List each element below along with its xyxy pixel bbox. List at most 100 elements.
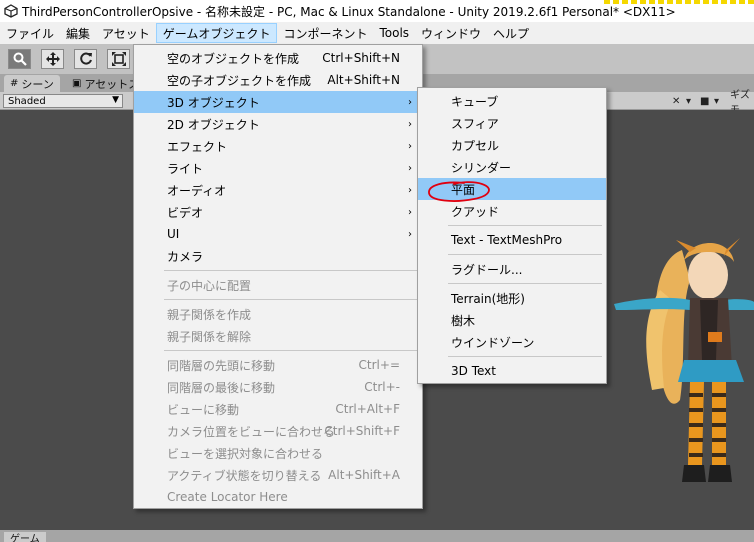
menu-item-camera[interactable]: カメラ [134, 245, 422, 267]
shortcut-label: Ctrl+Shift+N [322, 51, 400, 65]
menu-item-cylinder[interactable]: シリンダー [418, 156, 606, 178]
menu-item-set-first-sibling[interactable]: 同階層の先頭に移動 Ctrl+= [134, 354, 422, 376]
menu-item-label: カメラ位置をビューに合わせる [167, 424, 336, 439]
shading-mode-dropdown[interactable]: Shaded ▼ [3, 94, 123, 108]
menu-item-label: 子の中心に配置 [167, 278, 252, 293]
gameobject-menu: 空のオブジェクトを作成 Ctrl+Shift+N 空の子オブジェクトを作成 Al… [133, 44, 423, 509]
menu-gameobject[interactable]: ゲームオブジェクト [155, 23, 278, 43]
unity-logo-icon [0, 0, 22, 22]
menu-separator [418, 251, 606, 258]
tab-scene[interactable]: # シーン [4, 75, 60, 92]
menu-item-label: 親子関係を作成 [167, 307, 252, 322]
dropdown-arrow-icon[interactable]: ▾ [686, 94, 691, 108]
magnifier-icon [13, 52, 27, 66]
menu-tools[interactable]: Tools [373, 23, 415, 43]
shortcut-label: Ctrl+Shift+F [324, 424, 400, 438]
scale-tool-button[interactable] [107, 49, 130, 69]
menu-item-label: 3D オブジェクト [167, 95, 260, 110]
menu-item-label: カプセル [451, 138, 500, 153]
menu-item-label: ビデオ [167, 205, 204, 220]
menu-item-label: 空の子オブジェクトを作成 [167, 73, 312, 88]
menu-item-tree[interactable]: 樹木 [418, 309, 606, 331]
submenu-arrow-icon: › [408, 228, 412, 240]
tab-game[interactable]: ゲーム [4, 532, 46, 542]
shortcut-label: Ctrl+- [364, 380, 400, 394]
menu-item-ui[interactable]: UI › [134, 223, 422, 245]
menu-item-3d-object[interactable]: 3D オブジェクト › [134, 91, 422, 113]
shading-mode-value: Shaded [8, 95, 46, 107]
submenu-arrow-icon: › [408, 206, 412, 218]
shortcut-label: Alt+Shift+A [328, 468, 400, 482]
menu-item-set-last-sibling[interactable]: 同階層の最後に移動 Ctrl+- [134, 376, 422, 398]
menu-item-label: ラグドール... [451, 262, 523, 277]
menu-component[interactable]: コンポーネント [277, 23, 373, 43]
submenu-arrow-icon: › [408, 140, 412, 152]
menu-item-label: 同階層の先頭に移動 [167, 358, 276, 373]
menu-item-3d-text[interactable]: 3D Text [418, 360, 606, 382]
menu-item-make-parent[interactable]: 親子関係を作成 [134, 303, 422, 325]
rotate-icon [79, 52, 92, 65]
menu-item-label: 親子関係を解除 [167, 329, 252, 344]
menu-item-video[interactable]: ビデオ › [134, 201, 422, 223]
menu-separator [418, 280, 606, 287]
menu-item-text-meshpro[interactable]: Text - TextMeshPro [418, 229, 606, 251]
bottom-tab-bar: ゲーム [0, 530, 754, 542]
menu-help[interactable]: ヘルプ [487, 23, 535, 43]
menu-item-label: アクティブ状態を切り替える [167, 468, 322, 483]
menu-item-2d-object[interactable]: 2D オブジェクト › [134, 113, 422, 135]
menu-item-label: ウインドゾーン [451, 335, 535, 350]
menu-item-label: Create Locator Here [167, 490, 288, 504]
move-tool-button[interactable] [41, 49, 64, 69]
menu-bar: ファイル 編集 アセット ゲームオブジェクト コンポーネント Tools ウィン… [0, 22, 754, 44]
menu-item-align-view-to-selected[interactable]: ビューを選択対象に合わせる [134, 442, 422, 464]
menu-item-clear-parent[interactable]: 親子関係を解除 [134, 325, 422, 347]
menu-item-label: Terrain(地形) [451, 291, 525, 306]
dropdown-arrow-icon[interactable]: ▾ [714, 94, 719, 108]
menu-file[interactable]: ファイル [0, 23, 60, 43]
menu-item-capsule[interactable]: カプセル [418, 134, 606, 156]
menu-item-light[interactable]: ライト › [134, 157, 422, 179]
menu-item-label: UI [167, 227, 180, 241]
menu-separator [418, 222, 606, 229]
menu-item-move-to-view[interactable]: ビューに移動 Ctrl+Alt+F [134, 398, 422, 420]
shortcut-label: Alt+Shift+N [327, 73, 400, 87]
menu-item-label: カメラ [167, 249, 204, 264]
menu-item-cube[interactable]: キューブ [418, 90, 606, 112]
shortcut-label: Ctrl+= [358, 358, 400, 372]
menu-separator [134, 347, 422, 354]
gizmos-button[interactable]: ギズモ [730, 90, 754, 116]
menu-item-create-locator[interactable]: Create Locator Here [134, 486, 422, 508]
camera-icon[interactable]: ■ [700, 94, 709, 108]
menu-item-terrain[interactable]: Terrain(地形) [418, 287, 606, 309]
menu-item-label: シリンダー [451, 160, 512, 175]
menu-item-label: エフェクト [167, 139, 228, 154]
menu-item-label: キューブ [451, 94, 499, 109]
store-bag-icon: ▣ [72, 78, 82, 89]
menu-item-wind-zone[interactable]: ウインドゾーン [418, 331, 606, 353]
rotate-tool-button[interactable] [74, 49, 97, 69]
menu-item-label: 空のオブジェクトを作成 [167, 51, 300, 66]
menu-item-create-empty-child[interactable]: 空の子オブジェクトを作成 Alt+Shift+N [134, 69, 422, 91]
menu-item-effects[interactable]: エフェクト › [134, 135, 422, 157]
menu-item-label: ライト [167, 161, 204, 176]
menu-item-label: クアッド [451, 204, 500, 219]
menu-edit[interactable]: 編集 [60, 23, 96, 43]
menu-item-center-on-children[interactable]: 子の中心に配置 [134, 274, 422, 296]
submenu-arrow-icon: › [408, 162, 412, 174]
window-title: ThirdPersonControllerOpsive - 名称未設定 - PC… [22, 4, 676, 19]
menu-item-label: オーディオ [167, 183, 227, 198]
menu-assets[interactable]: アセット [96, 23, 156, 43]
menu-item-create-empty[interactable]: 空のオブジェクトを作成 Ctrl+Shift+N [134, 47, 422, 69]
menu-window[interactable]: ウィンドウ [415, 23, 487, 43]
menu-item-align-with-view[interactable]: カメラ位置をビューに合わせる Ctrl+Shift+F [134, 420, 422, 442]
view-tool-button[interactable] [8, 49, 31, 69]
menu-item-toggle-active[interactable]: アクティブ状態を切り替える Alt+Shift+A [134, 464, 422, 486]
menu-item-label: 3D Text [451, 364, 496, 378]
menu-item-label: ビューを選択対象に合わせる [167, 446, 324, 461]
menu-item-audio[interactable]: オーディオ › [134, 179, 422, 201]
menu-item-ragdoll[interactable]: ラグドール... [418, 258, 606, 280]
menu-item-sphere[interactable]: スフィア [418, 112, 606, 134]
scale-icon [111, 52, 126, 66]
menu-separator [134, 267, 422, 274]
tools-wrench-icon[interactable]: ✕ [672, 94, 680, 108]
